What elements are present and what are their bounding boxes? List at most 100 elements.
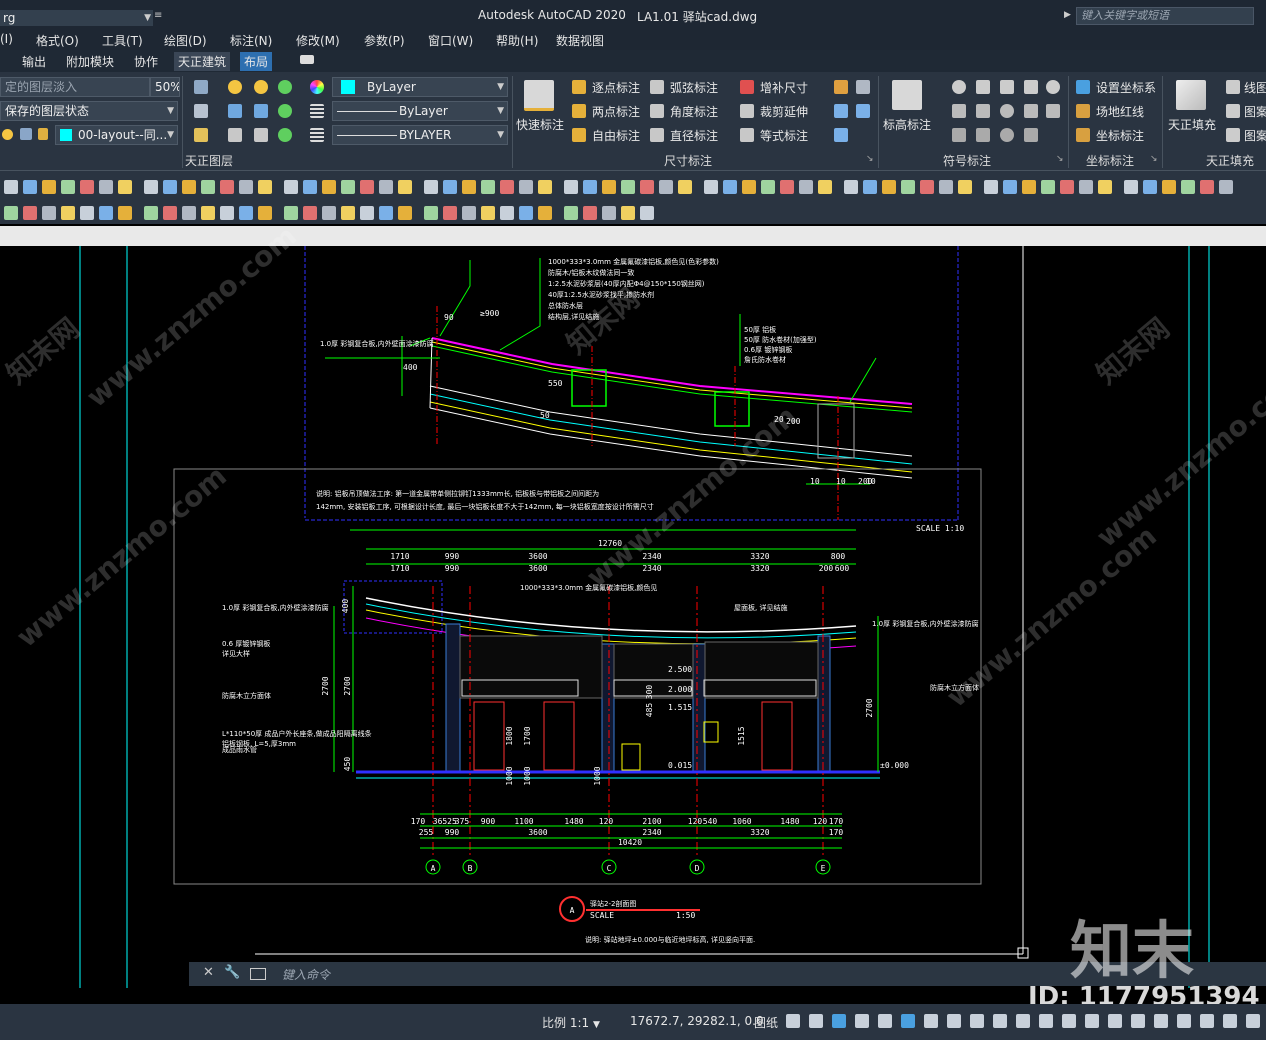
- dimension-tool-button[interactable]: 逐点标注: [592, 79, 640, 96]
- toolbar-icon[interactable]: [519, 180, 533, 194]
- panel-expand-icon[interactable]: ↘: [1150, 154, 1158, 164]
- toolbar-icon[interactable]: [863, 180, 877, 194]
- ribbon-tab[interactable]: 协作: [130, 52, 162, 71]
- toolbar-icon[interactable]: [723, 180, 737, 194]
- toolbar-icon[interactable]: [583, 180, 597, 194]
- menu-item[interactable]: 格式(O): [36, 32, 79, 49]
- ribbon-tab[interactable]: 输出: [18, 52, 50, 71]
- toolbar-icon[interactable]: [939, 180, 953, 194]
- coord-tool-button[interactable]: 坐标标注: [1096, 127, 1144, 144]
- toolbar-icon[interactable]: [538, 180, 552, 194]
- command-input[interactable]: 键入命令: [282, 966, 330, 983]
- symbol-icon[interactable]: [1000, 80, 1014, 94]
- toolbar-icon[interactable]: [42, 206, 56, 220]
- status-toggle-icon[interactable]: [901, 1014, 915, 1028]
- paper-model-toggle[interactable]: 图纸: [754, 1014, 778, 1031]
- quick-dimension-button[interactable]: 快速标注: [516, 116, 564, 133]
- toolbar-icon[interactable]: [500, 180, 514, 194]
- toolbar-icon[interactable]: [1124, 180, 1138, 194]
- fill-tool-button[interactable]: 线图: [1244, 79, 1266, 96]
- toolbar-icon[interactable]: [1041, 180, 1055, 194]
- toolbar-icon[interactable]: [23, 180, 37, 194]
- toolbar-icon[interactable]: [284, 206, 298, 220]
- toolbar-icon[interactable]: [901, 180, 915, 194]
- symbol-icon[interactable]: [952, 104, 966, 118]
- toolbar-icon[interactable]: [462, 206, 476, 220]
- toolbar-icon[interactable]: [379, 180, 393, 194]
- panel-expand-icon[interactable]: ↘: [866, 154, 874, 164]
- toolbar-icon[interactable]: [258, 206, 272, 220]
- toolbar-icon[interactable]: [220, 206, 234, 220]
- status-toggle-icon[interactable]: [970, 1014, 984, 1028]
- symbol-icon[interactable]: [1024, 104, 1038, 118]
- symbol-icon[interactable]: [976, 104, 990, 118]
- symbol-icon[interactable]: [1046, 80, 1060, 94]
- toolbar-icon[interactable]: [182, 206, 196, 220]
- toolbar-icon[interactable]: [360, 180, 374, 194]
- coord-tool-button[interactable]: 设置坐标系: [1096, 79, 1156, 96]
- fill-tool-button[interactable]: 图案: [1244, 103, 1266, 120]
- toolbar-icon[interactable]: [958, 180, 972, 194]
- toolbar-icon[interactable]: [118, 206, 132, 220]
- layer-on-icon[interactable]: [278, 128, 292, 142]
- toolbar-icon[interactable]: [303, 180, 317, 194]
- status-toggle-icon[interactable]: [809, 1014, 823, 1028]
- toolbar-icon[interactable]: [61, 206, 75, 220]
- status-toggle-icon[interactable]: [1246, 1014, 1260, 1028]
- symbol-icon[interactable]: [1000, 128, 1014, 142]
- toolbar-icon[interactable]: [99, 206, 113, 220]
- toolbar-icon[interactable]: [303, 206, 317, 220]
- toolbar-icon[interactable]: [424, 180, 438, 194]
- status-toggle-icon[interactable]: [832, 1014, 846, 1028]
- ribbon-toggle-icon[interactable]: [300, 55, 314, 64]
- toolbar-icon[interactable]: [220, 180, 234, 194]
- layer-tool-icon[interactable]: [194, 104, 208, 118]
- toolbar-icon[interactable]: [462, 180, 476, 194]
- toolbar-icon[interactable]: [844, 180, 858, 194]
- toolbar-icon[interactable]: [443, 180, 457, 194]
- toolbar-icon[interactable]: [564, 206, 578, 220]
- lineweight-dropdown[interactable]: BYLAYER ▼: [332, 125, 508, 145]
- toolbar-icon[interactable]: [602, 180, 616, 194]
- toolbar-icon[interactable]: [564, 180, 578, 194]
- toolbar-icon[interactable]: [1079, 180, 1093, 194]
- layer-tool-icon[interactable]: [194, 128, 208, 142]
- toolbar-icon[interactable]: [1098, 180, 1112, 194]
- toolbar-icon[interactable]: [1143, 180, 1157, 194]
- arrow-icon[interactable]: [856, 104, 870, 118]
- bulb-icon[interactable]: [228, 80, 242, 94]
- quick-dimension-icon[interactable]: [524, 80, 554, 111]
- status-toggle-icon[interactable]: [1039, 1014, 1053, 1028]
- toolbar-icon[interactable]: [481, 180, 495, 194]
- sun-icon[interactable]: [2, 129, 13, 140]
- layer-freeze-icon[interactable]: [20, 128, 32, 140]
- toolbar-icon[interactable]: [659, 180, 673, 194]
- toolbar-icon[interactable]: [201, 206, 215, 220]
- toolbar-icon[interactable]: [500, 206, 514, 220]
- linetype-dropdown[interactable]: ByLayer ▼: [332, 101, 508, 121]
- toolbar-icon[interactable]: [1060, 180, 1074, 194]
- toolbar-icon[interactable]: [678, 180, 692, 194]
- toolbar-icon[interactable]: [1162, 180, 1176, 194]
- toolbar-icon[interactable]: [519, 206, 533, 220]
- status-toggle-icon[interactable]: [1223, 1014, 1237, 1028]
- layer-state-dropdown[interactable]: 保存的图层状态 ▼: [0, 101, 178, 121]
- toolbar-icon[interactable]: [4, 206, 18, 220]
- ribbon-tab[interactable]: 布局: [240, 52, 273, 71]
- symbol-icon[interactable]: [976, 80, 990, 94]
- dimension-tool-button[interactable]: 弧弦标注: [670, 79, 718, 96]
- status-toggle-icon[interactable]: [1016, 1014, 1030, 1028]
- menu-item[interactable]: 标注(N): [230, 32, 272, 49]
- toolbar-icon[interactable]: [341, 206, 355, 220]
- toolbar-icon[interactable]: [818, 180, 832, 194]
- toolbar-icon[interactable]: [61, 180, 75, 194]
- freeze-icon[interactable]: [254, 104, 268, 118]
- toolbar-icon[interactable]: [398, 206, 412, 220]
- toolbar-icon[interactable]: [322, 180, 336, 194]
- toolbar-icon[interactable]: [1200, 180, 1214, 194]
- ribbon-tab[interactable]: 附加模块: [62, 52, 118, 71]
- layer-on-icon[interactable]: [278, 104, 292, 118]
- bulb-icon[interactable]: [254, 80, 268, 94]
- elevation-button[interactable]: 标高标注: [883, 116, 931, 133]
- toolbar-icon[interactable]: [538, 206, 552, 220]
